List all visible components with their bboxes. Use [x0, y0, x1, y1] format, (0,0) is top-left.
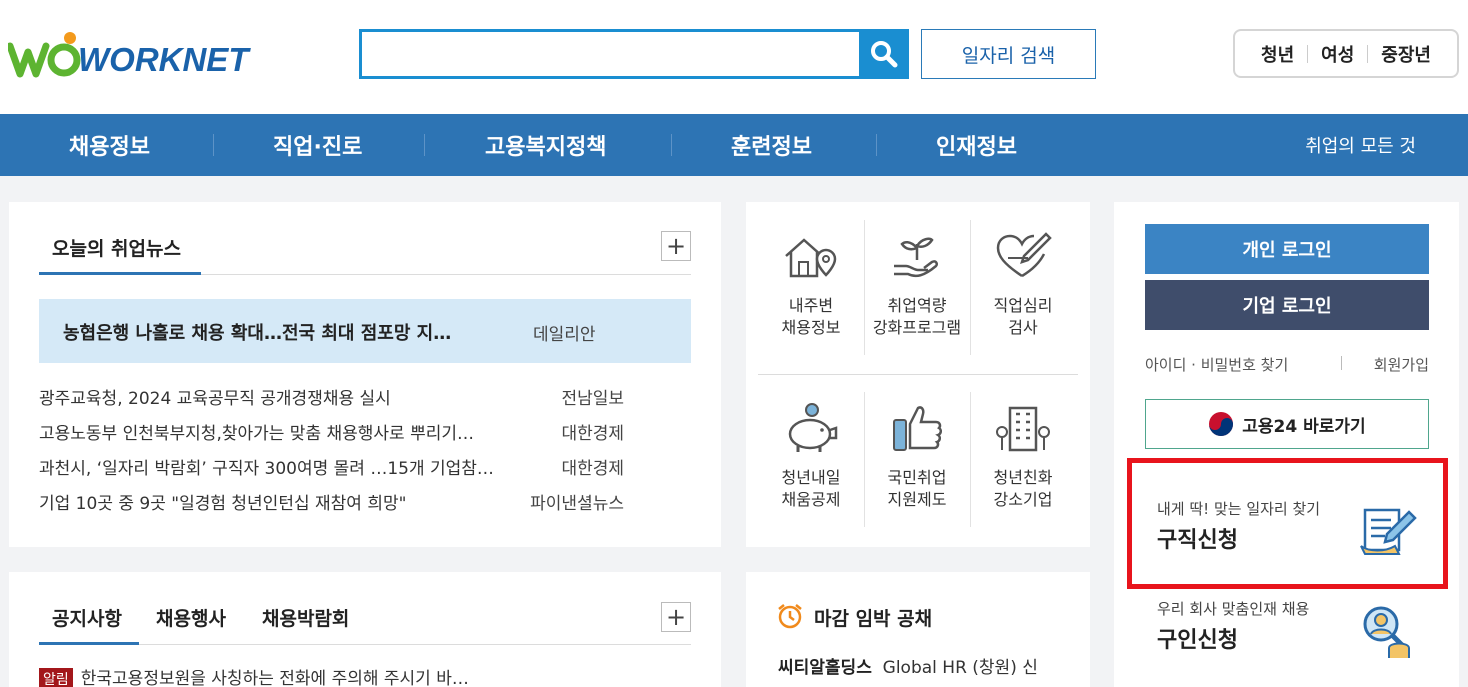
personal-login-button[interactable]: 개인 로그인 — [1145, 224, 1429, 274]
notice-item[interactable]: 알림 한국고용정보원을 사칭하는 전화에 주의해 주시기 바… — [39, 664, 469, 687]
service-label-line2: 지원제도 — [887, 490, 947, 509]
services-panel: 내주변 채용정보 취업역량 강화프로그램 직업심리 검사 청년내일 채움공제 국… — [746, 202, 1090, 547]
service-job-psychology-test[interactable]: 직업심리검사 — [970, 227, 1076, 339]
nav-item-jobs[interactable]: 채용정보 — [69, 114, 150, 176]
news-item-source: 대한경제 — [561, 424, 624, 444]
tab-underline — [39, 642, 139, 645]
company-login-button[interactable]: 기업 로그인 — [1145, 280, 1429, 330]
news-item[interactable]: 고용노동부 인천북부지청,찾아가는 맞춤 채용행사로 뿌리기… 대한경제 — [39, 419, 639, 444]
target-women[interactable]: 여성 — [1308, 41, 1367, 67]
signup-link[interactable]: 회원가입 — [1374, 354, 1429, 375]
headline-source: 데일리안 — [533, 325, 596, 345]
service-youth-friendly-sme[interactable]: 청년친화강소기업 — [970, 399, 1076, 511]
service-label-line1: 청년내일 — [781, 468, 841, 487]
notice-badge: 알림 — [39, 668, 73, 687]
service-nearby-jobs[interactable]: 내주변채용정보 — [758, 227, 864, 339]
news-headline[interactable]: 농협은행 나홀로 채용 확대…전국 최대 점포망 지… 데일리안 — [39, 299, 691, 363]
tab-underline — [39, 272, 201, 275]
building-icon — [996, 406, 1050, 452]
headline-title: 농협은행 나홀로 채용 확대…전국 최대 점포망 지… — [63, 323, 452, 344]
service-label-line2: 채움공제 — [781, 490, 841, 509]
news-item-title: 광주교육청, 2024 교육공무직 공개경쟁채용 실시 — [39, 389, 391, 409]
service-label-line2: 강소기업 — [993, 490, 1053, 509]
service-label-line1: 내주변 — [788, 296, 834, 315]
news-item-title: 과천시, ‘일자리 박람회’ 구직자 300여명 몰려 …15개 기업참… — [39, 459, 494, 479]
search-icon — [871, 41, 898, 68]
nav-item-welfare-policy[interactable]: 고용복지정책 — [485, 114, 606, 176]
service-label-line1: 청년친화 — [993, 468, 1053, 487]
news-item[interactable]: 광주교육청, 2024 교육공무직 공개경쟁채용 실시 전남일보 — [39, 384, 639, 409]
news-item[interactable]: 기업 10곳 중 9곳 "일경험 청년인턴십 재참여 희망" 파이낸셜뉴스 — [39, 489, 639, 514]
nav-divider — [213, 134, 214, 156]
go-work24-label: 고용24 바로가기 — [1242, 416, 1366, 437]
tab-hiring-events[interactable]: 채용행사 — [156, 604, 226, 631]
house-location-icon — [785, 238, 837, 278]
notice-item-title: 한국고용정보원을 사칭하는 전화에 주의해 주시기 바… — [80, 669, 469, 687]
nav-item-talent[interactable]: 인재정보 — [936, 114, 1017, 176]
talent-apply-title: 구인신청 — [1157, 628, 1238, 653]
service-employment-capacity[interactable]: 취업역량강화프로그램 — [864, 227, 970, 339]
alarm-clock-icon — [778, 604, 802, 629]
main-nav: 채용정보 직업·진로 고용복지정책 훈련정보 인재정보 취업의 모든 것 — [0, 114, 1468, 176]
nav-divider — [876, 134, 877, 156]
deadline-title: 마감 임박 공채 — [814, 608, 933, 630]
find-id-password-link[interactable]: 아이디 · 비밀번호 찾기 — [1145, 356, 1288, 374]
go-work24-button[interactable]: 고용24 바로가기 — [1145, 399, 1429, 449]
news-item-source: 파이낸셜뉴스 — [530, 494, 624, 514]
target-middle-aged[interactable]: 중장년 — [1368, 41, 1444, 67]
logo-text: WORKNET — [78, 41, 249, 78]
service-label-line1: 취업역량 — [887, 296, 947, 315]
sprout-hand-icon — [894, 237, 939, 278]
service-youth-savings[interactable]: 청년내일채움공제 — [758, 399, 864, 511]
talent-search-icon — [1363, 606, 1410, 658]
tab-notice[interactable]: 공지사항 — [52, 604, 122, 631]
news-item-title: 고용노동부 인천북부지청,찾아가는 맞춤 채용행사로 뿌리기… — [39, 424, 475, 444]
target-youth[interactable]: 청년 — [1248, 41, 1307, 67]
piggy-bank-icon — [788, 403, 838, 452]
service-label-line2: 채용정보 — [781, 318, 841, 337]
header: WORKNET 일자리 검색 청년 여성 중장년 — [0, 0, 1468, 114]
taegeuk-icon — [1209, 412, 1234, 436]
target-group-selector: 청년 여성 중장년 — [1233, 29, 1459, 78]
deadline-panel: 마감 임박 공채 씨티알홀딩스 Global HR (창원) 신 — [746, 572, 1090, 687]
deadline-company: 씨티알홀딩스 — [778, 658, 872, 678]
tab-job-fairs[interactable]: 채용박람회 — [262, 604, 349, 631]
news-item[interactable]: 과천시, ‘일자리 박람회’ 구직자 300여명 몰려 …15개 기업참… 대한… — [39, 454, 639, 479]
news-item-title: 기업 10곳 중 9곳 "일경험 청년인턴십 재참여 희망" — [39, 494, 407, 514]
talent-apply-subtitle: 우리 회사 맞춤인재 채용 — [1157, 600, 1310, 618]
account-links: 아이디 · 비밀번호 찾기 회원가입 — [1145, 354, 1429, 375]
login-panel: 개인 로그인 기업 로그인 아이디 · 비밀번호 찾기 회원가입 고용24 바로… — [1114, 202, 1459, 687]
heart-pen-icon — [996, 232, 1052, 278]
notice-more-button[interactable]: + — [661, 602, 691, 632]
deadline-item[interactable]: 씨티알홀딩스 Global HR (창원) 신 — [778, 653, 1038, 678]
search-input[interactable] — [359, 29, 860, 79]
service-national-employment-support[interactable]: 국민취업지원제도 — [864, 399, 970, 511]
news-title[interactable]: 오늘의 취업뉴스 — [52, 234, 181, 261]
nav-item-training[interactable]: 훈련정보 — [731, 114, 812, 176]
employer-apply-button[interactable]: 우리 회사 맞춤인재 채용 구인신청 — [1145, 598, 1429, 687]
news-more-button[interactable]: + — [661, 231, 691, 261]
service-label-line1: 국민취업 — [887, 468, 947, 487]
highlight-box — [1127, 458, 1448, 589]
divider — [1341, 356, 1342, 370]
worknet-logo[interactable]: WORKNET — [6, 30, 248, 80]
search-button[interactable] — [859, 29, 909, 79]
service-label-line2: 검사 — [1008, 318, 1038, 337]
thumbs-up-phone-icon — [893, 406, 943, 451]
deadline-posting: Global HR (창원) 신 — [882, 658, 1038, 678]
nav-divider — [424, 134, 425, 156]
news-panel: 오늘의 취업뉴스 + 농협은행 나홀로 채용 확대…전국 최대 점포망 지… 데… — [9, 202, 721, 547]
nav-all-about-employment[interactable]: 취업의 모든 것 — [1305, 114, 1416, 176]
divider — [758, 374, 1078, 375]
notice-panel: 공지사항 채용행사 채용박람회 + 알림 한국고용정보원을 사칭하는 전화에 주의… — [9, 572, 721, 687]
news-item-source: 대한경제 — [561, 459, 624, 479]
job-search-button[interactable]: 일자리 검색 — [921, 29, 1096, 79]
service-label-line2: 강화프로그램 — [872, 318, 962, 337]
service-label-line1: 직업심리 — [993, 296, 1053, 315]
news-item-source: 전남일보 — [561, 389, 624, 409]
nav-item-career[interactable]: 직업·진로 — [273, 114, 362, 176]
nav-divider — [671, 134, 672, 156]
